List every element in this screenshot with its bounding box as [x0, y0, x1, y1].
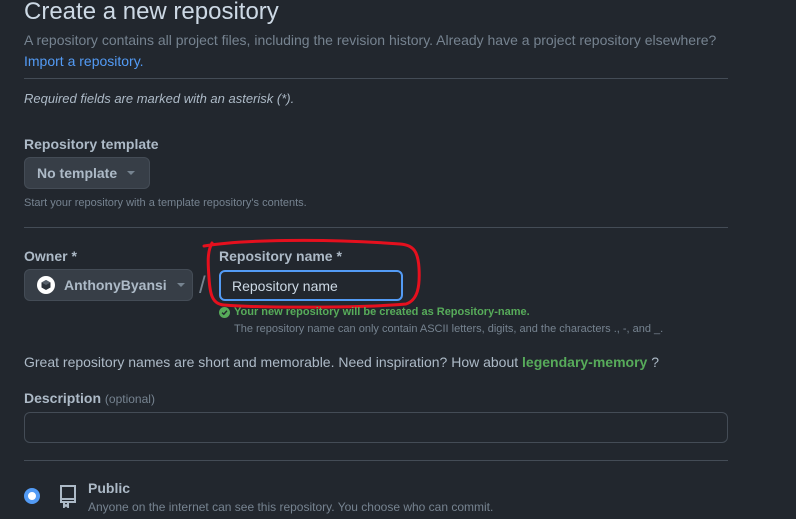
optional-tag: (optional): [104, 392, 155, 406]
page-title: Create a new repository: [24, 0, 279, 25]
description-input[interactable]: [24, 412, 728, 443]
public-hint: Anyone on the internet can see this repo…: [88, 500, 494, 514]
availability-text: Your new repository will be created as R…: [234, 306, 530, 318]
divider: [24, 78, 728, 79]
template-dropdown[interactable]: No template: [24, 157, 150, 189]
template-hint: Start your repository with a template re…: [24, 197, 307, 209]
repo-icon: [60, 485, 76, 508]
repository-name-hint: The repository name can only contain ASC…: [234, 323, 664, 335]
create-repository-page: Create a new repository A repository con…: [0, 0, 796, 519]
repository-name-label: Repository name *: [219, 248, 342, 264]
import-repository-link[interactable]: Import a repository.: [24, 53, 144, 69]
public-radio[interactable]: [24, 488, 40, 504]
required-fields-note: Required fields are marked with an aster…: [24, 91, 295, 106]
repository-name-input[interactable]: [219, 270, 403, 301]
chevron-down-icon: [127, 171, 136, 175]
template-selected: No template: [37, 165, 118, 181]
description-label-text: Description: [24, 390, 102, 406]
repository-name-availability: Your new repository will be created as R…: [219, 306, 530, 318]
divider: [24, 227, 728, 228]
owner-avatar-icon: [37, 276, 55, 294]
chevron-down-icon: [176, 283, 185, 287]
check-circle-icon: [219, 306, 230, 318]
owner-name-separator: /: [199, 272, 206, 299]
divider: [24, 460, 728, 461]
public-label: Public: [88, 480, 131, 496]
suggested-name-link[interactable]: legendary-memory: [522, 354, 647, 370]
suggestion-intro: Great repository names are short and mem…: [24, 354, 519, 370]
template-label: Repository template: [24, 136, 159, 152]
page-subtitle: A repository contains all project files,…: [24, 32, 717, 48]
name-suggestion-line: Great repository names are short and mem…: [24, 354, 659, 370]
description-label: Description (optional): [24, 390, 155, 406]
owner-dropdown[interactable]: AnthonyByansi: [24, 269, 193, 301]
suggestion-suffix: ?: [651, 354, 660, 370]
owner-label: Owner *: [24, 248, 77, 264]
owner-selected: AnthonyByansi: [64, 277, 167, 293]
